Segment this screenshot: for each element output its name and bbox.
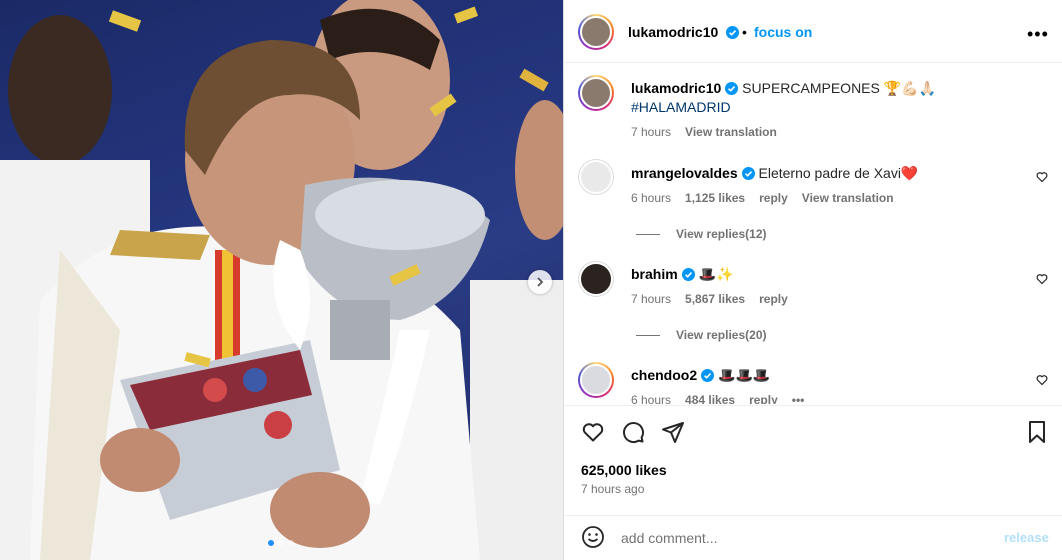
author-username[interactable]: lukamodric10 <box>628 24 740 40</box>
comment-likes[interactable]: 1,125 likes <box>685 191 745 205</box>
caption-text: lukamodric10 SUPERCAMPEONES 🏆💪🏻🙏🏻 #HALAM… <box>631 79 1031 117</box>
verified-icon <box>701 369 715 382</box>
comment-text: chendoo2 🎩🎩🎩 <box>631 366 1021 385</box>
post-comment-button[interactable]: release <box>1004 530 1049 545</box>
author-username-text: lukamodric10 <box>628 24 719 40</box>
comment-time: 6 hours <box>631 191 672 205</box>
comment-translate-link[interactable]: View translation <box>802 191 894 205</box>
emoji-icon[interactable] <box>581 525 605 549</box>
comments-list[interactable]: lukamodric10 SUPERCAMPEONES 🏆💪🏻🙏🏻 #HALAM… <box>564 64 1062 404</box>
verified-icon <box>726 26 740 39</box>
caption-time: 7 hours <box>631 125 672 139</box>
share-icon[interactable] <box>661 420 685 444</box>
next-arrow-icon <box>537 277 544 287</box>
post-actions: 625,000 likes 7 hours ago <box>564 405 1062 515</box>
comment-username[interactable]: brahim <box>631 266 678 282</box>
caption-body: SUPERCAMPEONES 🏆💪🏻🙏🏻 <box>742 80 937 96</box>
post-media[interactable] <box>0 0 563 560</box>
comment-username[interactable]: mrangelovaldes <box>631 165 738 181</box>
comment-more-icon[interactable]: ••• <box>792 393 805 404</box>
comment-icon[interactable] <box>621 420 645 444</box>
comment-body: 🎩🎩🎩 <box>718 367 771 383</box>
comment-meta: 6 hours 484 likes reply ••• <box>631 393 804 404</box>
comment-body: Eleterno padre de Xavi❤️ <box>758 165 919 181</box>
post-time: 7 hours ago <box>581 482 645 496</box>
verified-icon <box>725 82 739 95</box>
comment-input[interactable] <box>621 527 991 549</box>
replies-divider <box>636 233 660 235</box>
caption-hashtag[interactable]: #HALAMADRID <box>631 99 731 115</box>
caption-username[interactable]: lukamodric10 <box>631 80 721 96</box>
post-header: lukamodric10 • focus on ••• <box>564 0 1062 63</box>
next-media-button[interactable] <box>528 270 552 294</box>
carousel-indicator <box>268 540 294 546</box>
comment-meta: 7 hours 5,867 likes reply <box>631 292 788 306</box>
comment-time: 7 hours <box>631 292 672 306</box>
post-photo <box>0 0 563 560</box>
author-avatar[interactable] <box>578 14 614 50</box>
likes-count[interactable]: 625,000 likes <box>581 462 667 478</box>
comment-meta: 6 hours 1,125 likes reply View translati… <box>631 191 894 205</box>
caption-meta: 7 hours View translation <box>631 125 777 139</box>
comment-text: mrangelovaldes Eleterno padre de Xavi❤️ <box>631 164 1021 183</box>
replies-divider <box>636 334 660 336</box>
comment-body: 🎩✨ <box>698 266 734 282</box>
caption-avatar[interactable] <box>578 75 614 111</box>
post-detail-panel: lukamodric10 • focus on ••• lukamodric10… <box>563 0 1062 560</box>
view-replies-label: View replies(20) <box>676 328 767 342</box>
view-replies-button[interactable]: View replies(20) <box>636 328 767 342</box>
comment-reply-link[interactable]: reply <box>759 292 788 306</box>
comment-reply-link[interactable]: reply <box>749 393 778 404</box>
comment-likes[interactable]: 5,867 likes <box>685 292 745 306</box>
comment-avatar[interactable] <box>578 362 614 398</box>
like-comment-heart-icon[interactable] <box>1036 374 1048 386</box>
comment-username[interactable]: chendoo2 <box>631 367 697 383</box>
separator-dot: • <box>742 24 747 40</box>
carousel-dot-active <box>268 540 274 546</box>
view-replies-label: View replies(12) <box>676 227 767 241</box>
comment-avatar[interactable] <box>578 261 614 297</box>
comment-avatar[interactable] <box>578 159 614 195</box>
view-replies-button[interactable]: View replies(12) <box>636 227 767 241</box>
comment-text: brahim 🎩✨ <box>631 265 1021 284</box>
like-comment-heart-icon[interactable] <box>1036 273 1048 285</box>
more-options-icon[interactable]: ••• <box>1027 24 1049 45</box>
like-comment-heart-icon[interactable] <box>1036 171 1048 183</box>
verified-icon <box>741 167 755 180</box>
carousel-dot <box>278 540 284 546</box>
follow-button[interactable]: focus on <box>754 24 812 40</box>
add-comment-bar: release <box>564 515 1062 560</box>
bookmark-icon[interactable] <box>1026 420 1048 444</box>
verified-icon <box>681 268 695 281</box>
heart-icon[interactable] <box>581 420 605 444</box>
comment-reply-link[interactable]: reply <box>759 191 788 205</box>
carousel-dot <box>288 540 294 546</box>
comment-time: 6 hours <box>631 393 672 404</box>
comment-likes[interactable]: 484 likes <box>685 393 735 404</box>
caption-translate-link[interactable]: View translation <box>685 125 777 139</box>
